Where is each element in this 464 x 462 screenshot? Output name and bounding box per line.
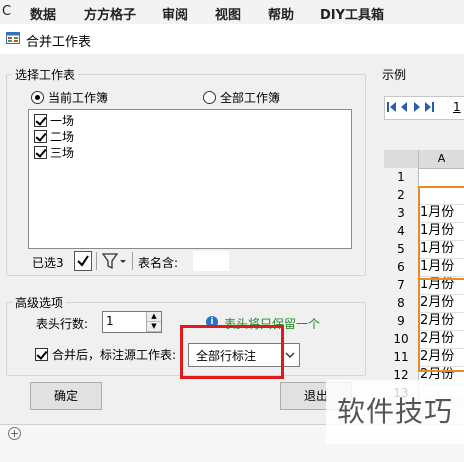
advanced-options-legend: 高级选项 (12, 294, 67, 311)
stepper-buttons[interactable]: ▲ ▼ (146, 312, 161, 332)
sheet-checkbox[interactable] (34, 114, 47, 127)
selected-count: 已选3 (32, 256, 64, 270)
row-number: 4 (384, 222, 419, 241)
header-rows-stepper[interactable]: 1 ▲ ▼ (102, 311, 162, 333)
row-number: 7 (384, 276, 419, 295)
row-number: 11 (384, 348, 419, 367)
add-sheet-icon[interactable]: + (8, 427, 21, 440)
grid-row: 1 (384, 168, 464, 187)
grid-cell[interactable] (419, 168, 464, 187)
preview-legend: 示例 (382, 68, 407, 82)
filter-dropdown-icon[interactable] (102, 252, 128, 270)
toolbar-separator (132, 252, 133, 270)
sheet-name: 三场 (50, 146, 75, 160)
radio-all-label[interactable]: 全部工作簿 (220, 89, 280, 106)
radio-current-workbook[interactable] (31, 91, 44, 104)
sheet-nav-arrows-icon[interactable] (387, 98, 447, 118)
stepper-down-icon[interactable]: ▼ (147, 322, 161, 332)
sheet-list[interactable]: 一场 二场 三场 (28, 109, 352, 249)
header-rows-label: 表头行数: (36, 317, 89, 331)
sheet-list-toolbar: 已选3 表名含: (28, 250, 350, 272)
row-number: 9 (384, 312, 419, 331)
group-outline-jan (418, 186, 464, 280)
row-number: 2 (384, 186, 419, 205)
name-match-label: 表名含: (138, 256, 179, 270)
annotation-highlight-box (180, 325, 284, 379)
sheet-name: 一场 (50, 114, 75, 128)
ribbon-menu-bar: C 数据 方方格子 审阅 视图 帮助 DIY工具箱 (0, 0, 464, 25)
menu-item-diy-toolbox[interactable]: DIY工具箱 (320, 4, 384, 23)
menu-item-view[interactable]: 视图 (215, 4, 241, 23)
sheet-tab-navigator: 1 (384, 96, 464, 120)
menu-item-help[interactable]: 帮助 (268, 4, 294, 23)
watermark: 软件技巧 (326, 380, 464, 444)
grid-corner (384, 150, 419, 169)
dialog-title-bar: 合并工作表 (0, 24, 464, 54)
mark-source-label[interactable]: 合并后，标注源工作表: (52, 346, 176, 363)
mark-source-checkbox[interactable] (35, 348, 48, 361)
row-number: 3 (384, 204, 419, 223)
group-outline-feb (418, 278, 464, 372)
sheet-tab-partial[interactable]: 1 (453, 100, 461, 114)
menu-item-fangfang[interactable]: 方方格子 (84, 4, 136, 23)
menu-item-partial[interactable]: C (2, 4, 11, 19)
row-number: 10 (384, 330, 419, 349)
sheet-checkbox[interactable] (34, 146, 47, 159)
row-number: 8 (384, 294, 419, 313)
sheet-checkbox[interactable] (34, 130, 47, 143)
toolbar-separator (96, 252, 97, 270)
preview-grid: A 1 2 3 1月份 4 1月份 5 1月份 6 1月份 7 1月份 8 2月份 9 2月份 10 2月份 11 2… (384, 150, 464, 403)
column-header: A (419, 150, 464, 169)
sheet-name: 二场 (50, 130, 75, 144)
select-all-button[interactable] (74, 251, 92, 271)
name-match-input[interactable] (193, 251, 229, 271)
dialog-title: 合并工作表 (26, 35, 92, 50)
ok-button[interactable]: 确定 (30, 382, 102, 410)
menu-item-data[interactable]: 数据 (30, 4, 56, 23)
row-number: 6 (384, 258, 419, 277)
radio-all-workbooks[interactable] (203, 91, 216, 104)
dialog-app-icon (6, 32, 20, 44)
select-sheets-legend: 选择工作表 (12, 66, 79, 83)
row-number: 1 (384, 168, 419, 187)
radio-current-label[interactable]: 当前工作簿 (48, 89, 108, 106)
row-number: 5 (384, 240, 419, 259)
stepper-up-icon[interactable]: ▲ (147, 312, 161, 322)
header-rows-value[interactable]: 1 (106, 314, 114, 328)
menu-item-review[interactable]: 审阅 (162, 4, 188, 23)
checkmark-icon (77, 255, 89, 267)
